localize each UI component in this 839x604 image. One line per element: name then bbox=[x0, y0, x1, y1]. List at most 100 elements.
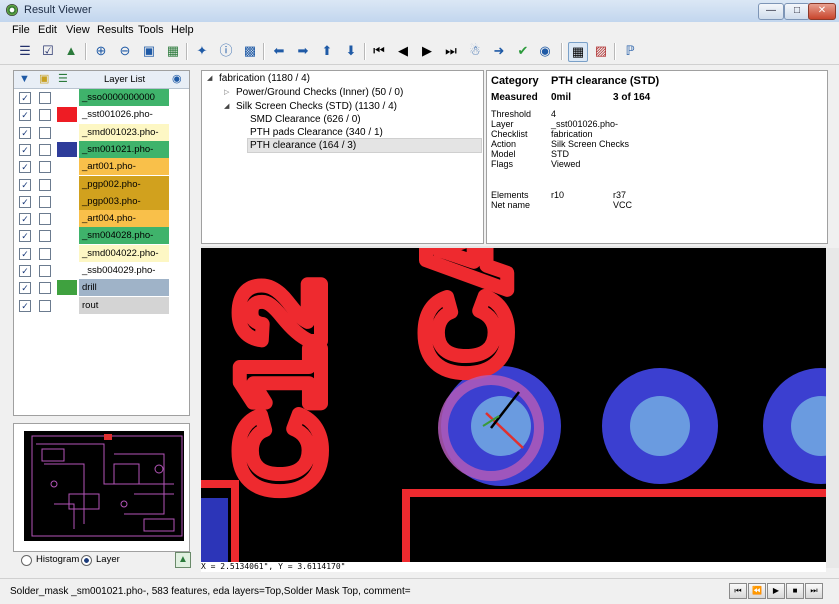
layer-visible-checkbox[interactable]: ✓ bbox=[19, 230, 31, 243]
layer-visible-checkbox[interactable]: ✓ bbox=[19, 282, 31, 295]
layer-visible-checkbox[interactable]: ✓ bbox=[19, 178, 31, 191]
layer-lock-checkbox[interactable] bbox=[39, 282, 51, 295]
layer-color-swatch[interactable] bbox=[57, 298, 77, 313]
skip-forward-icon[interactable]: ⏭ bbox=[805, 583, 823, 599]
maximize-button[interactable]: □ bbox=[784, 3, 810, 20]
menu-view[interactable]: View bbox=[66, 24, 90, 36]
layer-lock-checkbox[interactable] bbox=[39, 161, 51, 174]
layer-row[interactable]: ✓ _smd001023.pho- bbox=[14, 123, 189, 141]
layer-row[interactable]: ✓ _smd004022.pho- bbox=[14, 244, 189, 262]
layer-visible-checkbox[interactable]: ✓ bbox=[19, 247, 31, 260]
close-button[interactable]: ✕ bbox=[808, 3, 836, 20]
menu-help[interactable]: Help bbox=[171, 24, 194, 36]
zoom-out-icon[interactable]: ⊖ bbox=[116, 42, 134, 60]
layer-row[interactable]: ✓ _sso0000000000 bbox=[14, 89, 189, 106]
pan-up-icon[interactable]: ⬆ bbox=[318, 42, 336, 60]
collapse-arrow-icon[interactable]: ◢ bbox=[224, 102, 229, 110]
pan-down-icon[interactable]: ⬇ bbox=[342, 42, 360, 60]
zoom-area-icon[interactable]: ▦ bbox=[164, 42, 182, 60]
layer-lock-checkbox[interactable] bbox=[39, 109, 51, 122]
menu-tools[interactable]: Tools bbox=[138, 24, 164, 36]
layer-lock-checkbox[interactable] bbox=[39, 126, 51, 139]
layer-color-swatch[interactable] bbox=[57, 246, 77, 261]
mark-viewed-icon[interactable]: ✔ bbox=[514, 42, 532, 60]
layer-visible-checkbox[interactable]: ✓ bbox=[19, 213, 31, 226]
layer-row[interactable]: ✓ drill bbox=[14, 279, 189, 297]
tree-node-smd-clearance[interactable]: SMD Clearance (626 / 0) bbox=[250, 114, 361, 125]
pan-left-icon[interactable]: ⬅ bbox=[270, 42, 288, 60]
zoom-fit-icon[interactable]: ▣ bbox=[140, 42, 158, 60]
layer-lock-checkbox[interactable] bbox=[39, 178, 51, 191]
skip-back-icon[interactable]: ⏮ bbox=[729, 583, 747, 599]
list-icon[interactable]: ☰ bbox=[16, 42, 34, 60]
layer-visible-checkbox[interactable]: ✓ bbox=[19, 299, 31, 312]
histogram-radio[interactable] bbox=[21, 555, 32, 566]
minimize-button[interactable]: — bbox=[758, 3, 784, 20]
layer-visible-checkbox[interactable]: ✓ bbox=[19, 195, 31, 208]
layer-row[interactable]: ✓ rout bbox=[14, 296, 189, 314]
layer-lock-checkbox[interactable] bbox=[39, 299, 51, 312]
previous-result-icon[interactable]: ◀ bbox=[394, 42, 412, 60]
layer-lock-checkbox[interactable] bbox=[39, 92, 51, 104]
layer-visible-checkbox[interactable]: ✓ bbox=[19, 161, 31, 174]
layer-lock-checkbox[interactable] bbox=[39, 247, 51, 260]
layer-radio[interactable] bbox=[81, 555, 92, 566]
stop-icon[interactable]: ■ bbox=[786, 583, 804, 599]
zoom-in-icon[interactable]: ⊕ bbox=[92, 42, 110, 60]
layer-color-swatch[interactable] bbox=[57, 194, 77, 209]
menu-edit[interactable]: Edit bbox=[38, 24, 57, 36]
layer-row[interactable]: ✓ _pgp002.pho- bbox=[14, 175, 189, 193]
layer-lock-checkbox[interactable] bbox=[39, 265, 51, 277]
select-icon[interactable]: ✦ bbox=[193, 42, 211, 60]
measure-icon[interactable]: ▩ bbox=[241, 42, 259, 60]
menu-file[interactable]: File bbox=[12, 24, 30, 36]
collapse-arrow-icon[interactable]: ◢ bbox=[207, 74, 212, 82]
checklist-icon[interactable]: ☑ bbox=[39, 42, 57, 60]
inspect-icon[interactable]: ◉ bbox=[536, 42, 554, 60]
layer-visible-checkbox[interactable]: ✓ bbox=[19, 109, 31, 122]
layer-color-swatch[interactable] bbox=[57, 141, 77, 157]
export-thumbnail-icon[interactable]: ▲ bbox=[175, 552, 191, 568]
last-result-icon[interactable]: ⏭ bbox=[442, 42, 460, 60]
layer-color-swatch[interactable] bbox=[57, 280, 77, 296]
first-result-icon[interactable]: ⏮ bbox=[370, 42, 388, 60]
layer-lock-checkbox[interactable] bbox=[39, 230, 51, 243]
menu-results[interactable]: Results bbox=[97, 24, 134, 36]
layer-color-swatch[interactable] bbox=[57, 125, 77, 140]
tree-node-pth-pads-clearance[interactable]: PTH pads Clearance (340 / 1) bbox=[250, 127, 383, 138]
forward-icon[interactable]: ➜ bbox=[490, 42, 508, 60]
layer-color-swatch[interactable] bbox=[57, 228, 77, 243]
layer-row[interactable]: ✓ _sm001021.pho- bbox=[14, 140, 189, 158]
locate-icon[interactable]: ☃ bbox=[466, 42, 484, 60]
filter-icon[interactable]: ▼ bbox=[19, 73, 30, 85]
layer-row[interactable]: ✓ _ssb004029.pho- bbox=[14, 262, 189, 279]
pcb-canvas[interactable]: C12 CAP bbox=[201, 248, 826, 562]
layer-lock-checkbox[interactable] bbox=[39, 143, 51, 156]
layer-color-swatch[interactable] bbox=[57, 263, 77, 278]
layer-visible-checkbox[interactable]: ✓ bbox=[19, 143, 31, 156]
board-thumbnail[interactable] bbox=[14, 424, 189, 551]
next-result-icon[interactable]: ▶ bbox=[418, 42, 436, 60]
layer-row[interactable]: ✓ _pgp003.pho- bbox=[14, 192, 189, 210]
layer-row[interactable]: ✓ _art001.pho- bbox=[14, 158, 189, 176]
tree-node-silk-screen[interactable]: Silk Screen Checks (STD) (1130 / 4) bbox=[236, 101, 397, 112]
grid-view-icon[interactable]: ▦ bbox=[568, 42, 588, 62]
layer-color-swatch[interactable] bbox=[57, 90, 77, 105]
layer-row[interactable]: ✓ _art004.pho- bbox=[14, 210, 189, 228]
error-markers-icon[interactable]: ▨ bbox=[592, 42, 610, 60]
layer-color-swatch[interactable] bbox=[57, 159, 77, 174]
export-icon[interactable]: ▲ bbox=[62, 42, 80, 60]
expand-arrow-icon[interactable]: ▷ bbox=[224, 88, 229, 96]
tree-node-power-ground[interactable]: Power/Ground Checks (Inner) (50 / 0) bbox=[236, 87, 403, 98]
layer-color-swatch[interactable] bbox=[57, 177, 77, 192]
layers-icon[interactable]: ☰ bbox=[58, 72, 68, 85]
layer-lock-checkbox[interactable] bbox=[39, 213, 51, 226]
tree-root[interactable]: fabrication (1180 / 4) bbox=[219, 73, 310, 84]
pan-right-icon[interactable]: ➡ bbox=[294, 42, 312, 60]
layer-color-swatch[interactable] bbox=[57, 107, 77, 123]
lock-icon[interactable]: ▣ bbox=[39, 72, 49, 85]
pcb-view[interactable]: C12 CAP bbox=[201, 248, 826, 562]
layer-row[interactable]: ✓ _sst001026.pho- bbox=[14, 106, 189, 124]
layer-visible-checkbox[interactable]: ✓ bbox=[19, 126, 31, 139]
play-icon[interactable]: ▶ bbox=[767, 583, 785, 599]
